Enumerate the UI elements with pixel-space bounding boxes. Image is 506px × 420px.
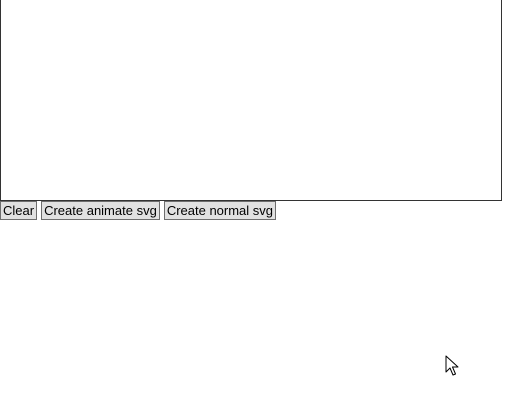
page: Clear Create animate svg Create normal s… (0, 0, 506, 420)
toolbar: Clear Create animate svg Create normal s… (0, 201, 277, 220)
clear-button[interactable]: Clear (0, 201, 38, 220)
create-normal-svg-button[interactable]: Create normal svg (163, 201, 277, 220)
drawing-canvas[interactable] (0, 0, 502, 201)
create-animate-svg-button[interactable]: Create animate svg (41, 201, 160, 220)
mouse-pointer-icon (445, 355, 459, 376)
